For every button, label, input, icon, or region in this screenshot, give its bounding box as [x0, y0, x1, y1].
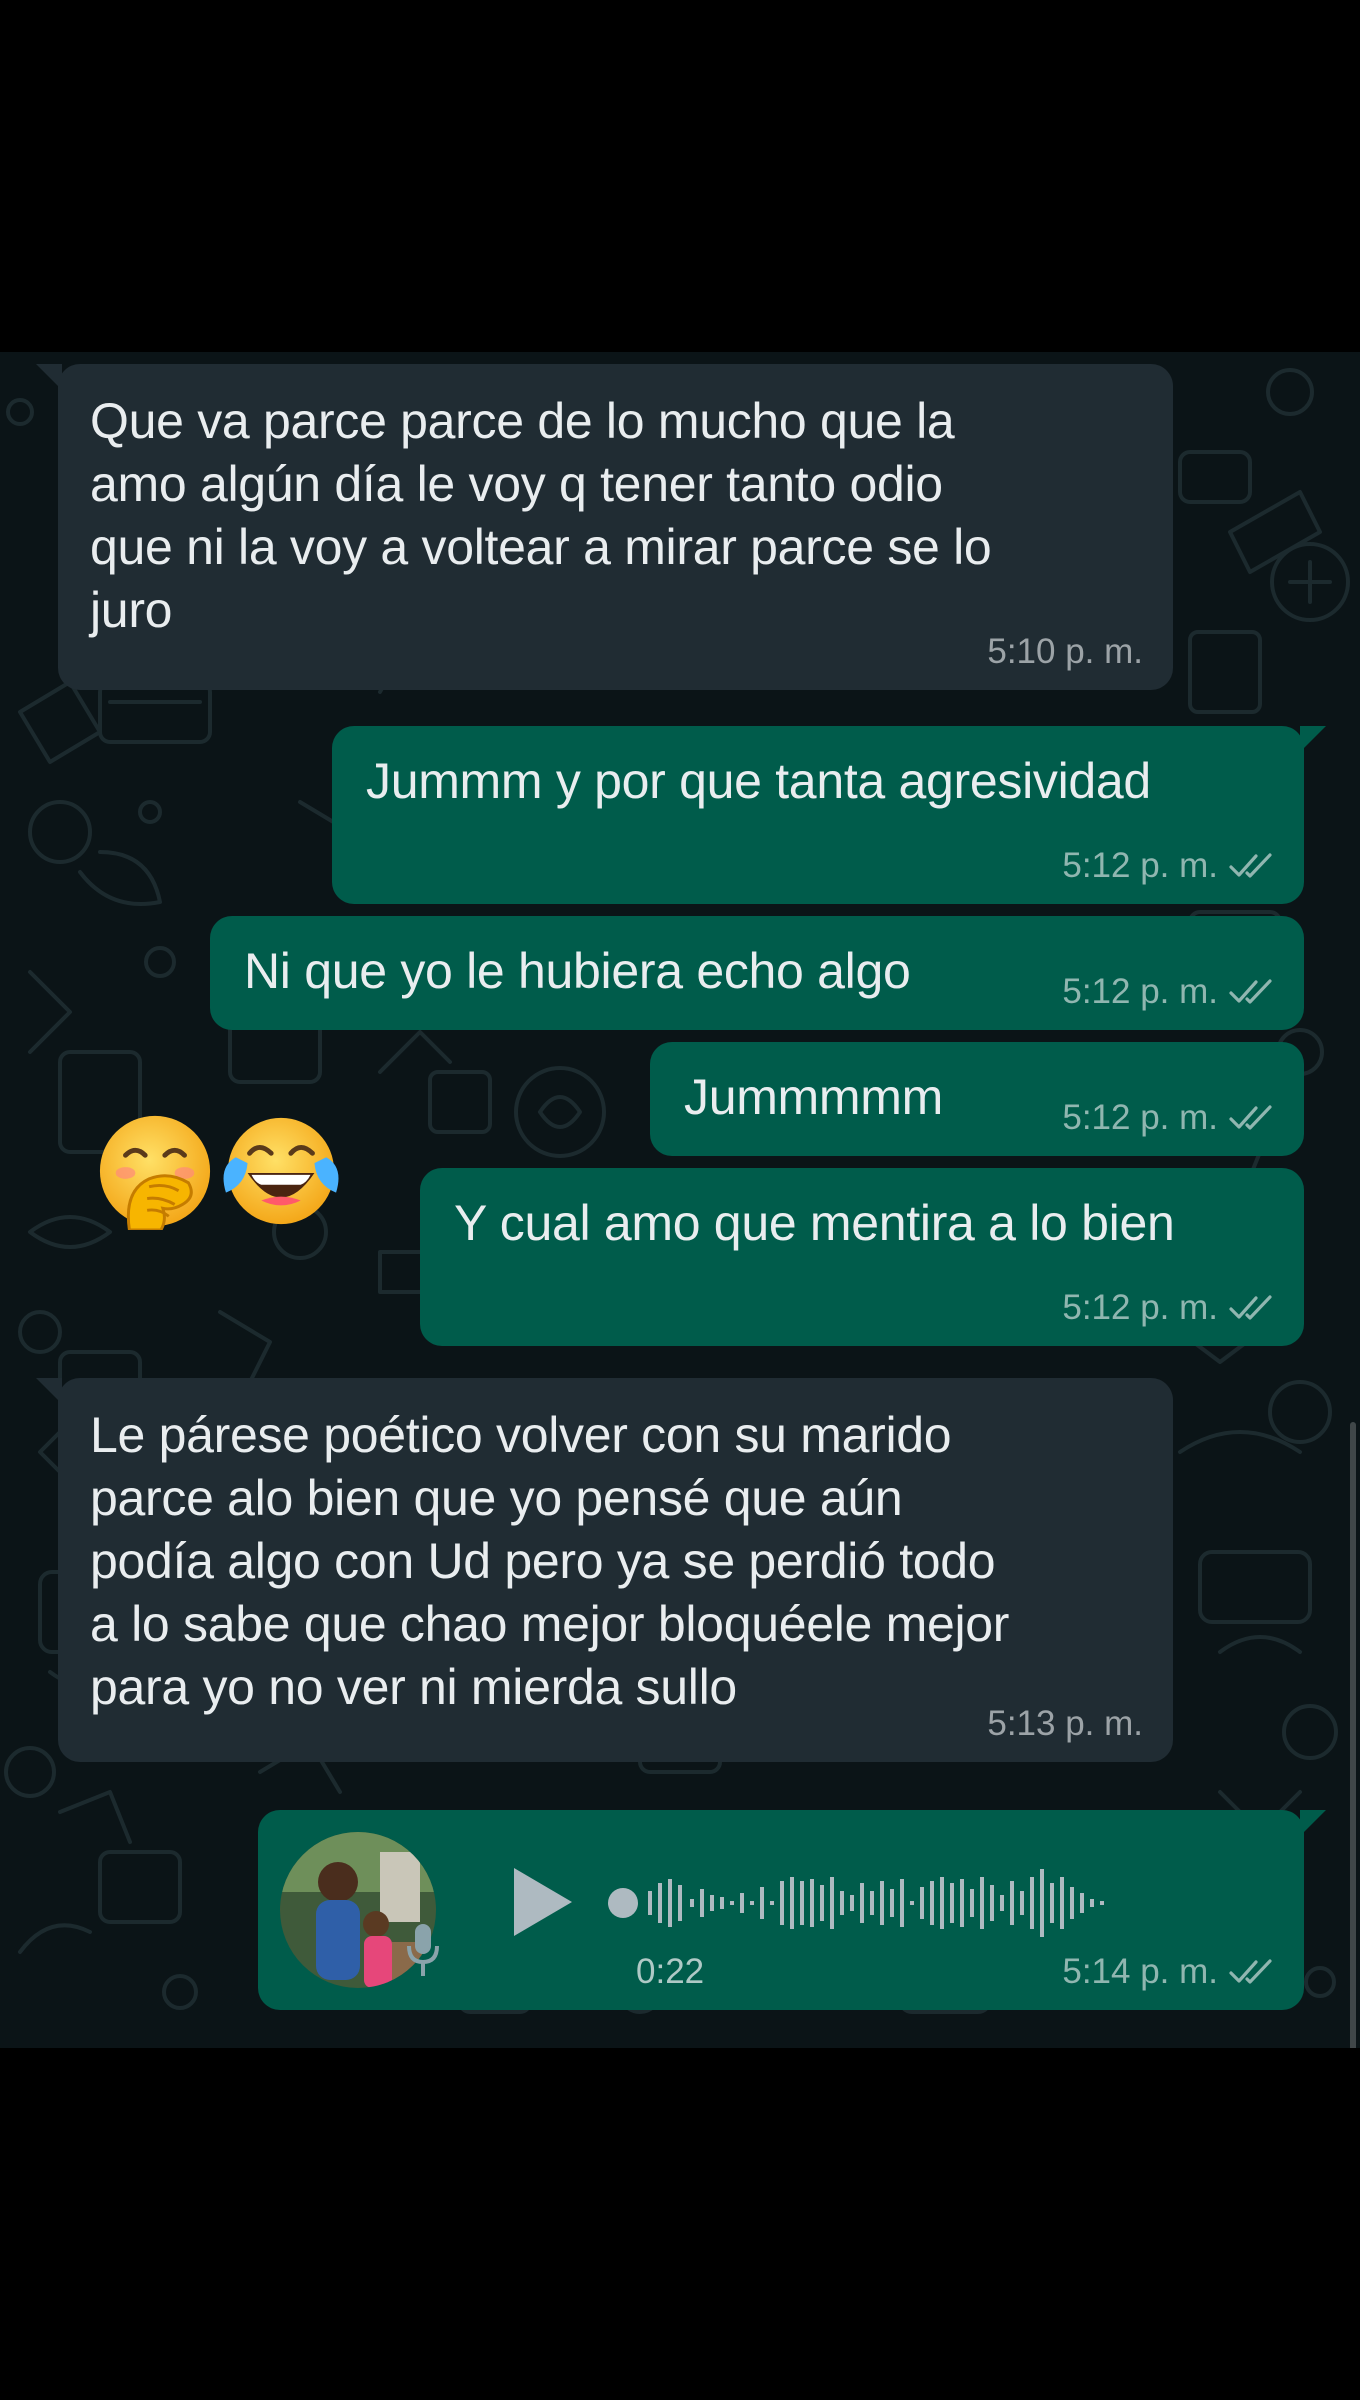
chat-area[interactable]: Que va parce parce de lo mucho que la am… [0, 352, 1360, 2048]
message-time: 5:10 p. m. [987, 632, 1143, 671]
message-meta: 5:12 p. m. [1062, 1098, 1274, 1138]
message-text: Que va parce parce de lo mucho que la am… [90, 393, 992, 638]
message-meta: 5:14 p. m. [1062, 1952, 1274, 1992]
scrollbar[interactable] [1350, 1422, 1356, 2048]
message-time: 5:12 p. m. [1062, 1098, 1218, 1137]
double-check-icon [1228, 1294, 1274, 1322]
message-time: 5:12 p. m. [1062, 1288, 1218, 1327]
message-time: 5:12 p. m. [1062, 972, 1218, 1011]
message-text: Jummm y por que tanta agresividad [366, 753, 1151, 809]
microphone-icon [407, 1924, 439, 1976]
message-bubble-outgoing[interactable]: Jummm y por que tanta agresividad 5:12 p… [332, 726, 1326, 904]
message-meta: 5:12 p. m. [1062, 1288, 1274, 1328]
message-bubble-incoming[interactable]: Que va parce parce de lo mucho que la am… [36, 364, 1173, 690]
double-check-icon [1228, 978, 1274, 1006]
face-with-hand-over-mouth-icon [99, 1115, 211, 1230]
message-meta: 5:12 p. m. [1062, 846, 1274, 886]
double-check-icon [1228, 1104, 1274, 1132]
voice-duration: 0:22 [636, 1952, 705, 1991]
message-meta: 5:10 p. m. [987, 632, 1143, 672]
bottom-black-band [0, 2048, 1360, 2400]
message-time: 5:13 p. m. [987, 1704, 1143, 1743]
message-meta: 5:13 p. m. [987, 1704, 1143, 1744]
message-bubble-outgoing[interactable]: Jummmmm 5:12 p. m. [650, 1042, 1304, 1156]
voice-note-bubble[interactable]: 0:22 5:14 p. m. [258, 1810, 1326, 2010]
message-text: Le párese poético volver con su marido p… [90, 1407, 1010, 1715]
message-meta: 5:12 p. m. [1062, 972, 1274, 1012]
play-icon[interactable] [508, 1862, 578, 1942]
double-check-icon [1228, 852, 1274, 880]
top-black-band [0, 0, 1360, 352]
waveform[interactable] [608, 1858, 1218, 1948]
message-bubble-incoming[interactable]: Le párese poético volver con su marido p… [36, 1378, 1173, 1762]
tears-of-joy-icon [223, 1117, 339, 1225]
message-text: Y cual amo que mentira a lo bien [454, 1195, 1175, 1251]
message-time: 5:12 p. m. [1062, 846, 1218, 885]
message-time: 5:14 p. m. [1062, 1952, 1218, 1991]
double-check-icon [1228, 1958, 1274, 1986]
message-bubble-outgoing[interactable]: Ni que yo le hubiera echo algo 5:12 p. m… [210, 916, 1304, 1030]
message-bubble-outgoing[interactable]: Y cual amo que mentira a lo bien 5:12 p.… [420, 1168, 1304, 1346]
